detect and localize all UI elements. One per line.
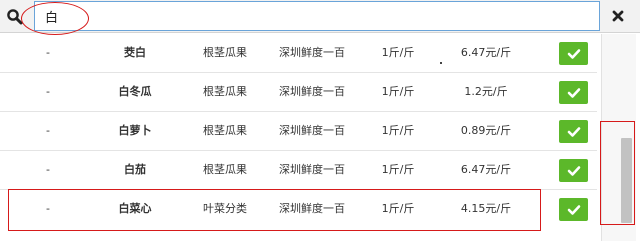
select-button[interactable] [559, 120, 588, 143]
product-unit: 1斤/斤 [381, 124, 415, 137]
select-button[interactable] [559, 198, 588, 221]
row-dash: - [46, 124, 50, 137]
product-name: 白茄 [95, 151, 175, 189]
product-name-suffix: 萝卜 [129, 124, 152, 137]
product-name: 茭白 [95, 34, 175, 72]
product-category: 根茎瓜果 [203, 85, 247, 98]
product-name: 白菜心 [95, 190, 175, 228]
select-button[interactable] [559, 42, 588, 65]
scrollbar-thumb[interactable] [621, 138, 632, 223]
product-name-match: 白 [124, 163, 135, 176]
select-button[interactable] [559, 81, 588, 104]
close-icon [606, 10, 630, 31]
product-unit: 1斤/斤 [381, 85, 415, 98]
check-icon [567, 126, 580, 137]
product-name: 白冬瓜 [95, 73, 175, 111]
table-row: - 白菜心 叶菜分类 深圳鲜度一百 1斤/斤 4.15元/斤 [0, 190, 597, 229]
stray-dot [440, 62, 442, 64]
search-bar [0, 0, 640, 33]
table-row: - 白茄 根茎瓜果 深圳鲜度一百 1斤/斤 6.47元/斤 [0, 151, 597, 190]
product-category: 根茎瓜果 [203, 46, 247, 59]
product-price: 6.47元/斤 [460, 46, 512, 59]
search-icon[interactable] [6, 8, 24, 26]
product-name-suffix: 冬瓜 [129, 85, 152, 98]
product-unit: 1斤/斤 [381, 46, 415, 59]
results-table: - 茭白 根茎瓜果 深圳鲜度一百 1斤/斤 6.47元/斤 - 白冬瓜 根茎瓜果 深圳鲜度一百 1斤… [0, 34, 597, 241]
product-name: 白萝卜 [95, 112, 175, 150]
store-name: 深圳鲜度一百 [279, 124, 345, 137]
row-dash: - [46, 163, 50, 176]
row-dash: - [46, 85, 50, 98]
check-icon [567, 87, 580, 98]
product-unit: 1斤/斤 [381, 163, 415, 176]
table-row: - 白萝卜 根茎瓜果 深圳鲜度一百 1斤/斤 0.89元/斤 [0, 112, 597, 151]
product-price: 4.15元/斤 [460, 202, 512, 215]
product-name-match: 白 [118, 124, 130, 137]
check-icon [567, 204, 580, 215]
table-row: - 茭白 根茎瓜果 深圳鲜度一百 1斤/斤 6.47元/斤 [0, 34, 597, 73]
product-price: 6.47元/斤 [460, 163, 512, 176]
product-price: 1.2元/斤 [464, 85, 508, 98]
row-dash: - [46, 202, 50, 215]
product-category: 根茎瓜果 [203, 163, 247, 176]
product-name-suffix: 菜心 [129, 202, 152, 215]
product-category: 根茎瓜果 [203, 124, 247, 137]
product-price: 0.89元/斤 [460, 124, 512, 137]
store-name: 深圳鲜度一百 [279, 85, 345, 98]
product-name-suffix: 茄 [135, 163, 146, 176]
product-name-prefix: 茭 [124, 46, 135, 59]
select-button[interactable] [559, 159, 588, 182]
check-icon [567, 165, 580, 176]
product-unit: 1斤/斤 [381, 202, 415, 215]
product-name-match: 白 [135, 46, 146, 59]
row-dash: - [46, 46, 50, 59]
close-button[interactable] [606, 4, 630, 28]
store-name: 深圳鲜度一百 [279, 163, 345, 176]
product-name-match: 白 [118, 202, 130, 215]
table-row: - 白冬瓜 根茎瓜果 深圳鲜度一百 1斤/斤 1.2元/斤 [0, 73, 597, 112]
search-input[interactable] [34, 1, 600, 31]
product-category: 叶菜分类 [203, 202, 247, 215]
store-name: 深圳鲜度一百 [279, 202, 345, 215]
product-name-match: 白 [118, 85, 130, 98]
store-name: 深圳鲜度一百 [279, 46, 345, 59]
check-icon [567, 48, 580, 59]
